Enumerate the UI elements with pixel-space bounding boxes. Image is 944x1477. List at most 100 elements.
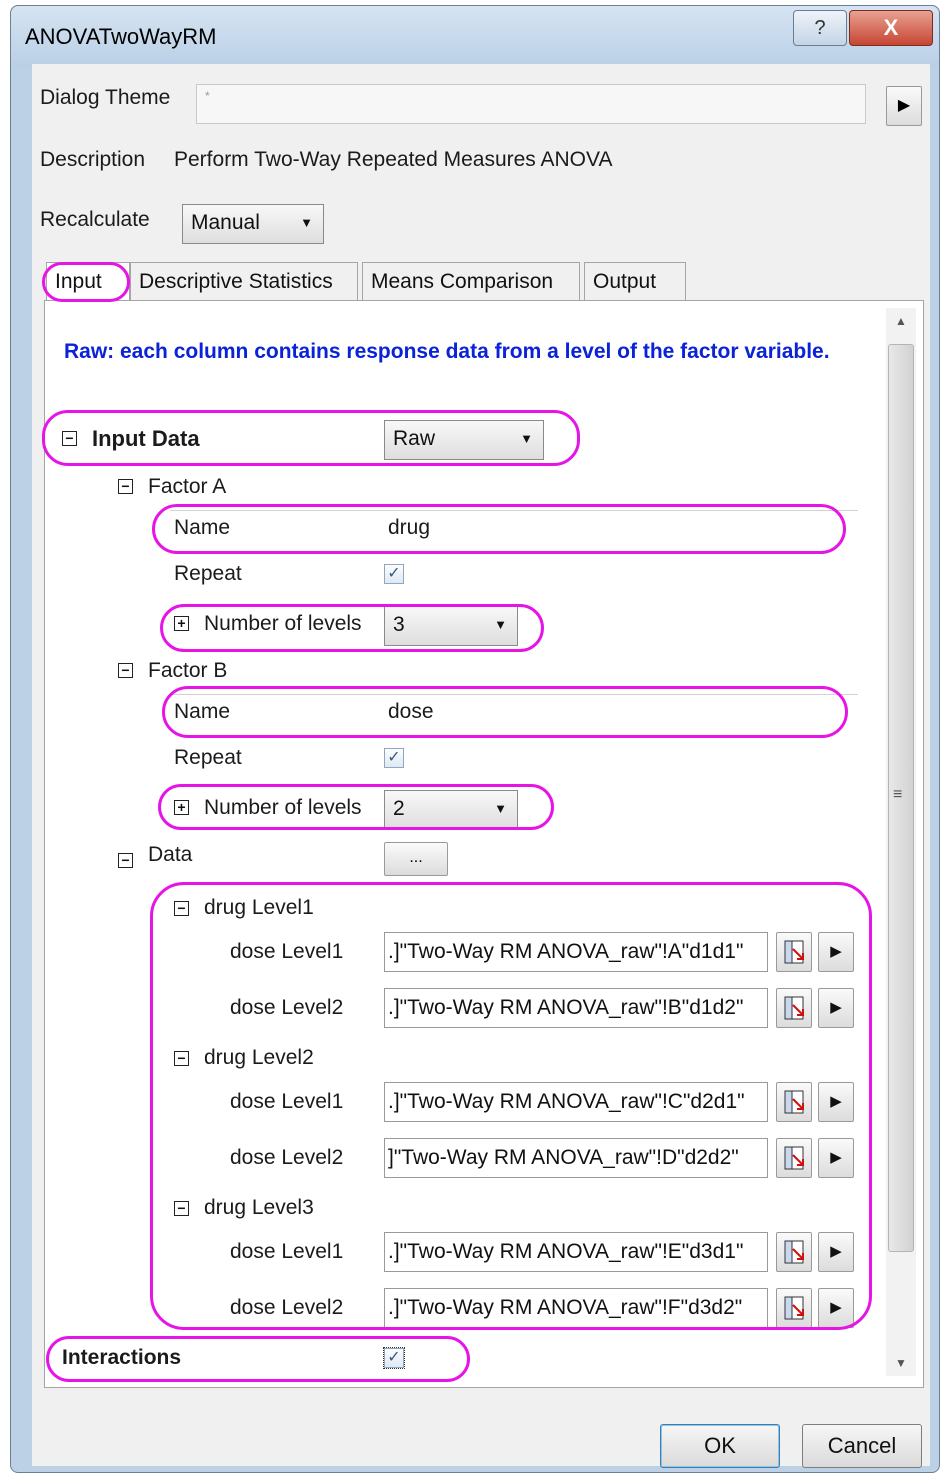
drug1-dose1-menu-button[interactable]: ▶ <box>818 932 854 972</box>
factor-b-repeat-label: Repeat <box>174 746 242 769</box>
drug3-dose1-range-field[interactable]: .]"Two-Way RM ANOVA_raw"!E"d3d1" <box>384 1232 768 1272</box>
drug-level3-label: drug Level3 <box>204 1196 314 1219</box>
scroll-up-icon[interactable]: ▲ <box>895 314 907 328</box>
theme-menu-button[interactable]: ▶ <box>886 86 922 126</box>
checkmark-icon: ✓ <box>387 565 401 582</box>
interactions-checkbox[interactable]: ✓ <box>383 1347 405 1369</box>
drug2-dose2-label: dose Level2 <box>230 1146 344 1169</box>
checkmark-icon: ✓ <box>387 749 401 766</box>
collapse-icon[interactable]: − <box>174 1201 189 1216</box>
factor-b-name-field[interactable]: dose <box>388 700 434 724</box>
drug1-dose1-label: dose Level1 <box>230 940 344 963</box>
collapse-icon[interactable]: − <box>118 853 133 868</box>
play-right-icon: ▶ <box>830 1093 842 1110</box>
dropdown-arrow-icon: ▼ <box>494 617 507 632</box>
description-value: Perform Two-Way Repeated Measures ANOVA <box>174 148 613 171</box>
factor-a-repeat-checkbox[interactable]: ✓ <box>384 564 404 584</box>
drug2-dose1-menu-button[interactable]: ▶ <box>818 1082 854 1122</box>
input-data-value: Raw <box>393 427 436 450</box>
tab-input[interactable]: Input <box>46 262 130 302</box>
checkmark-icon: ✓ <box>387 1349 401 1366</box>
factor-a-name-field[interactable]: drug <box>388 516 430 540</box>
drug3-dose2-range-field[interactable]: .]"Two-Way RM ANOVA_raw"!F"d3d2" <box>384 1288 768 1328</box>
tab-descriptive-statistics[interactable]: Descriptive Statistics <box>130 262 358 302</box>
drug1-dose2-range-field[interactable]: .]"Two-Way RM ANOVA_raw"!B"d1d2" <box>384 988 768 1028</box>
input-data-label: Input Data <box>92 426 200 451</box>
drug3-dose2-menu-button[interactable]: ▶ <box>818 1288 854 1328</box>
drug3-dose1-select-button[interactable] <box>776 1232 812 1272</box>
description-label: Description <box>40 148 146 171</box>
select-range-icon <box>784 996 804 1020</box>
select-range-icon <box>784 1240 804 1264</box>
ok-button[interactable]: OK <box>660 1424 780 1468</box>
factor-a-levels-label: Number of levels <box>204 612 362 635</box>
scroll-grip-icon: ≡ <box>893 786 903 803</box>
close-button[interactable]: X <box>849 10 933 46</box>
factor-b-levels-label: Number of levels <box>204 796 362 819</box>
play-right-icon: ▶ <box>830 1299 842 1316</box>
divider <box>170 510 858 511</box>
expand-icon[interactable]: + <box>174 800 189 815</box>
collapse-icon[interactable]: − <box>62 431 77 446</box>
tab-output[interactable]: Output <box>584 262 686 302</box>
factor-a-name-label: Name <box>174 516 231 539</box>
title-bar: ANOVATwoWayRM ? X <box>11 6 939 68</box>
drug2-dose2-range-field[interactable]: ]"Two-Way RM ANOVA_raw"!D"d2d2" <box>384 1138 768 1178</box>
play-right-icon: ▶ <box>830 1243 842 1260</box>
factor-b-name-label: Name <box>174 700 231 723</box>
dropdown-arrow-icon: ▼ <box>520 431 533 446</box>
drug2-dose2-menu-button[interactable]: ▶ <box>818 1138 854 1178</box>
play-right-icon: ▶ <box>897 97 911 114</box>
collapse-icon[interactable]: − <box>118 663 133 678</box>
factor-b-label: Factor B <box>148 659 228 682</box>
play-right-icon: ▶ <box>830 943 842 960</box>
recalculate-label: Recalculate <box>40 208 150 231</box>
select-range-icon <box>784 1146 804 1170</box>
dropdown-arrow-icon: ▼ <box>494 801 507 816</box>
tab-means-comparison[interactable]: Means Comparison <box>362 262 580 302</box>
drug1-dose1-range-field[interactable]: .]"Two-Way RM ANOVA_raw"!A"d1d1" <box>384 932 768 972</box>
dropdown-arrow-icon: ▼ <box>300 215 313 230</box>
factor-a-repeat-label: Repeat <box>174 562 242 585</box>
drug2-dose2-select-button[interactable] <box>776 1138 812 1178</box>
play-right-icon: ▶ <box>830 999 842 1016</box>
drug3-dose2-select-button[interactable] <box>776 1288 812 1328</box>
factor-a-label: Factor A <box>148 475 227 498</box>
factor-b-levels-dropdown[interactable]: 2 ▼ <box>384 790 518 830</box>
factor-b-repeat-checkbox[interactable]: ✓ <box>384 748 404 768</box>
drug3-dose1-menu-button[interactable]: ▶ <box>818 1232 854 1272</box>
factor-a-levels-dropdown[interactable]: 3 ▼ <box>384 606 518 646</box>
recalculate-value: Manual <box>191 211 260 234</box>
divider <box>170 694 858 695</box>
help-button[interactable]: ? <box>793 10 847 46</box>
window-title: ANOVATwoWayRM <box>25 24 217 49</box>
drug1-dose2-select-button[interactable] <box>776 988 812 1028</box>
cancel-button[interactable]: Cancel <box>802 1424 922 1468</box>
dialog-theme-label: Dialog Theme <box>40 86 171 109</box>
expand-icon[interactable]: + <box>174 616 189 631</box>
drug2-dose1-range-field[interactable]: .]"Two-Way RM ANOVA_raw"!C"d2d1" <box>384 1082 768 1122</box>
drug1-dose2-menu-button[interactable]: ▶ <box>818 988 854 1028</box>
select-range-icon <box>784 940 804 964</box>
collapse-icon[interactable]: − <box>174 1051 189 1066</box>
drug2-dose1-label: dose Level1 <box>230 1090 344 1113</box>
data-browse-button[interactable]: ... <box>384 842 448 876</box>
collapse-icon[interactable]: − <box>174 901 189 916</box>
data-label: Data <box>148 843 193 866</box>
drug3-dose2-label: dose Level2 <box>230 1296 344 1319</box>
drug2-dose1-select-button[interactable] <box>776 1082 812 1122</box>
drug1-dose1-select-button[interactable] <box>776 932 812 972</box>
drug3-dose1-label: dose Level1 <box>230 1240 344 1263</box>
interactions-label: Interactions <box>62 1346 182 1369</box>
scroll-down-icon[interactable]: ▼ <box>895 1356 907 1370</box>
collapse-icon[interactable]: − <box>118 479 133 494</box>
select-range-icon <box>784 1090 804 1114</box>
dialog-theme-field[interactable]: * <box>196 84 866 124</box>
recalculate-dropdown[interactable]: Manual ▼ <box>182 204 324 244</box>
drug-level1-label: drug Level1 <box>204 896 314 919</box>
input-data-dropdown[interactable]: Raw ▼ <box>384 420 544 460</box>
drug1-dose2-label: dose Level2 <box>230 996 344 1019</box>
select-range-icon <box>784 1296 804 1320</box>
factor-b-levels-value: 2 <box>393 797 405 820</box>
drug-level2-label: drug Level2 <box>204 1046 314 1069</box>
